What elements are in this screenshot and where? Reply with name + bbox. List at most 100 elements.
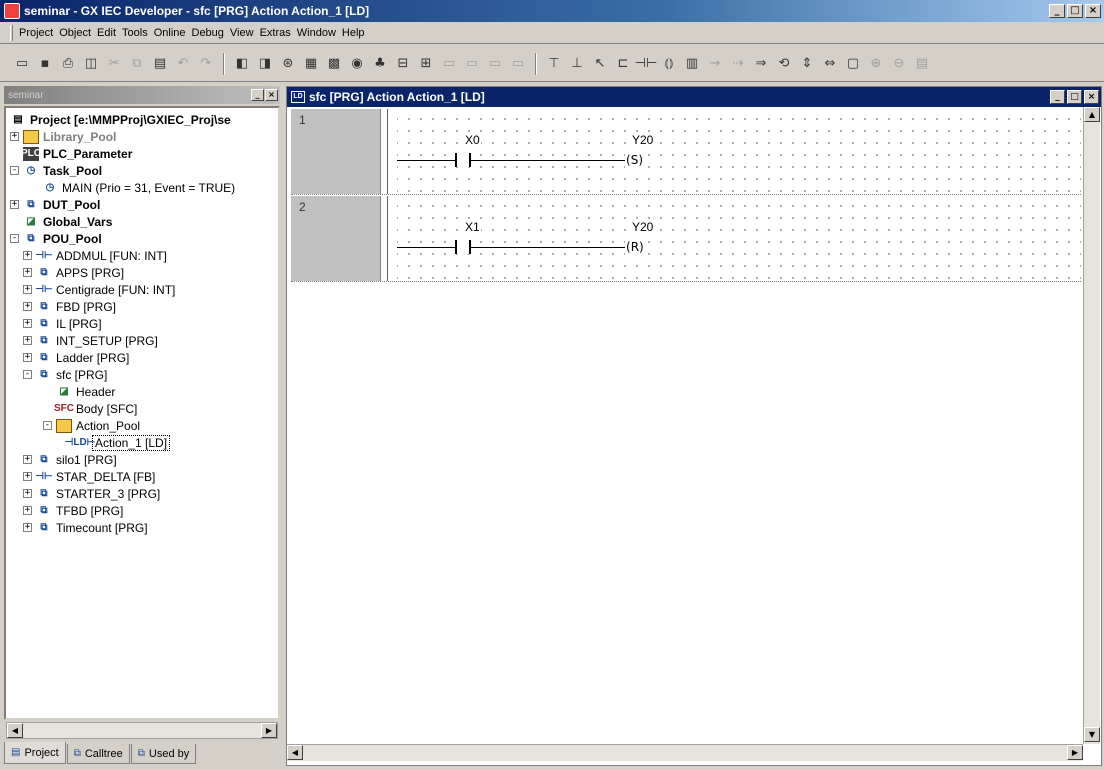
menu-object[interactable]: Object — [59, 25, 97, 41]
menu-extras[interactable]: Extras — [260, 25, 297, 41]
contact-x0[interactable] — [455, 153, 471, 167]
tree-item-header[interactable]: ◪ Header — [56, 383, 115, 400]
expand-icon[interactable]: + — [23, 472, 32, 481]
tab-project[interactable]: ▤ Project — [4, 742, 66, 764]
tree-item-sfc[interactable]: - ⧉ sfc [PRG] — [23, 366, 107, 383]
expand-icon[interactable]: + — [23, 336, 32, 345]
function-block-icon[interactable]: ▥ — [682, 54, 702, 74]
coil-reset-y20[interactable]: (R) — [625, 240, 645, 255]
save-icon[interactable]: ▪ — [35, 54, 55, 74]
view2-icon[interactable]: ▭ — [462, 54, 482, 74]
tree-item-global-vars[interactable]: ◪ Global_Vars — [23, 213, 112, 230]
print-preview-icon[interactable]: ◫ — [81, 54, 101, 74]
tree-item-apps[interactable]: + ⧉ APPS [PRG] — [23, 264, 124, 281]
line-tool-icon[interactable]: ⊏ — [613, 54, 633, 74]
tree-item-dut-pool[interactable]: + ⧉ DUT_Pool — [10, 196, 100, 213]
comment-icon[interactable]: ▢ — [843, 54, 863, 74]
menu-window[interactable]: Window — [297, 25, 342, 41]
check-icon[interactable]: ⊛ — [278, 54, 298, 74]
tree-item-addmul[interactable]: + ⊣⊢ ADDMUL [FUN: INT] — [23, 247, 167, 264]
collapse-icon[interactable]: - — [43, 421, 52, 430]
expand-icon[interactable]: + — [23, 489, 32, 498]
tree-item-tfbd[interactable]: + ⧉ TFBD [PRG] — [23, 502, 123, 519]
menu-help[interactable]: Help — [342, 25, 371, 41]
copy-icon[interactable]: ⧉ — [127, 54, 147, 74]
var-input-icon[interactable]: → — [705, 54, 725, 74]
select-pointer-icon[interactable]: ↖ — [590, 54, 610, 74]
restore-button[interactable]: □ — [1067, 4, 1083, 18]
collapse-icon[interactable]: - — [10, 234, 19, 243]
navigator-minimize-button[interactable]: _ — [251, 89, 264, 101]
menu-online[interactable]: Online — [154, 25, 192, 41]
scroll-right-button[interactable]: ▶ — [1067, 745, 1083, 760]
var-output-icon[interactable]: ⇢ — [728, 54, 748, 74]
tree-item-ladder[interactable]: + ⧉ Ladder [PRG] — [23, 349, 129, 366]
expand-icon[interactable]: + — [23, 302, 32, 311]
menu-project[interactable]: Project — [19, 25, 59, 41]
tree-item-task-pool[interactable]: - ◷ Task_Pool — [10, 162, 102, 179]
zoom-out-icon[interactable]: ⊖ — [889, 54, 909, 74]
return-icon[interactable]: ⟲ — [774, 54, 794, 74]
tree-item-centigrade[interactable]: + ⊣⊢ Centigrade [FUN: INT] — [23, 281, 175, 298]
editor-maximize-button[interactable]: □ — [1067, 90, 1082, 104]
navigator-close-button[interactable]: × — [265, 89, 278, 101]
editor-horizontal-scrollbar[interactable]: ◀ ▶ — [287, 744, 1083, 761]
view1-icon[interactable]: ▭ — [439, 54, 459, 74]
tree-item-star-delta[interactable]: + ⊣⊢ STAR_DELTA [FB] — [23, 468, 155, 485]
tree-item-project[interactable]: ▤ Project [e:\MMPProj\GXIEC_Proj\se — [10, 111, 230, 128]
scroll-up-button[interactable]: ▲ — [1084, 107, 1100, 122]
collapse-icon[interactable]: - — [10, 166, 19, 175]
tree-item-fbd[interactable]: + ⧉ FBD [PRG] — [23, 298, 116, 315]
insert-row-below-icon[interactable]: ⊥ — [567, 54, 587, 74]
connect-icon[interactable]: ⇔ — [820, 54, 840, 74]
expand-icon[interactable]: + — [23, 319, 32, 328]
rung-2[interactable]: 2 X1 Y20 (R) — [291, 196, 1081, 282]
tree-item-body-sfc[interactable]: SFC Body [SFC] — [54, 400, 137, 417]
tree-item-silo1[interactable]: + ⧉ silo1 [PRG] — [23, 451, 117, 468]
paste-icon[interactable]: ▤ — [150, 54, 170, 74]
open-icon[interactable]: ▭ — [12, 54, 32, 74]
menu-debug[interactable]: Debug — [192, 25, 230, 41]
monitor-icon[interactable]: ◉ — [347, 54, 367, 74]
download-icon[interactable]: ⊟ — [393, 54, 413, 74]
transfer-icon[interactable]: ♣ — [370, 54, 390, 74]
tab-used-by[interactable]: ⧉ Used by — [130, 744, 197, 764]
print-icon[interactable]: ⎙ — [58, 54, 78, 74]
scroll-left-button[interactable]: ◀ — [7, 723, 23, 738]
compile-icon[interactable]: ▦ — [301, 54, 321, 74]
tree-item-timecount[interactable]: + ⧉ Timecount [PRG] — [23, 519, 148, 536]
minimize-button[interactable]: _ — [1049, 4, 1065, 18]
tab-calltree[interactable]: ⧉ Calltree — [66, 744, 130, 764]
editor-vertical-scrollbar[interactable]: ▲ ▼ — [1083, 107, 1100, 744]
rung-1[interactable]: 1 X0 Y20 (S) — [291, 109, 1081, 195]
tree-item-action-1[interactable]: ⊣LD⊢ Action_1 [LD] — [65, 434, 171, 451]
expand-icon[interactable]: + — [10, 132, 19, 141]
coil-icon[interactable]: ⦅⦆ — [659, 54, 679, 74]
contact-icon[interactable]: ⊣⊢ — [635, 54, 658, 74]
tree-item-plc-parameter[interactable]: PLC PLC_Parameter — [21, 145, 132, 162]
expand-icon[interactable]: + — [23, 523, 32, 532]
expand-icon[interactable]: + — [23, 506, 32, 515]
menu-grip[interactable] — [10, 24, 13, 41]
app-icon[interactable] — [4, 3, 20, 19]
tree-item-starter-3[interactable]: + ⧉ STARTER_3 [PRG] — [23, 485, 160, 502]
build-icon[interactable]: ▩ — [324, 54, 344, 74]
jump-icon[interactable]: ⇒ — [751, 54, 771, 74]
undo-icon[interactable]: ↶ — [173, 54, 193, 74]
menu-tools[interactable]: Tools — [122, 25, 154, 41]
collapse-icon[interactable]: - — [23, 370, 32, 379]
negate-icon[interactable]: ⇕ — [797, 54, 817, 74]
tree-item-main-task[interactable]: ◷ MAIN (Prio = 31, Event = TRUE) — [42, 179, 236, 196]
extra-icon[interactable]: ▤ — [912, 54, 932, 74]
new-object-icon[interactable]: ◧ — [232, 54, 252, 74]
tree-item-action-pool[interactable]: - Action_Pool — [43, 417, 140, 434]
cut-icon[interactable]: ✂ — [104, 54, 124, 74]
tree-item-il[interactable]: + ⧉ IL [PRG] — [23, 315, 102, 332]
menu-view[interactable]: View — [230, 25, 260, 41]
editor-minimize-button[interactable]: _ — [1050, 90, 1065, 104]
tree-item-pou-pool[interactable]: - ⧉ POU_Pool — [10, 230, 102, 247]
scroll-right-button[interactable]: ▶ — [261, 723, 277, 738]
view3-icon[interactable]: ▭ — [485, 54, 505, 74]
scroll-down-button[interactable]: ▼ — [1084, 727, 1100, 742]
tree-item-library-pool[interactable]: + Library_Pool — [10, 128, 116, 145]
